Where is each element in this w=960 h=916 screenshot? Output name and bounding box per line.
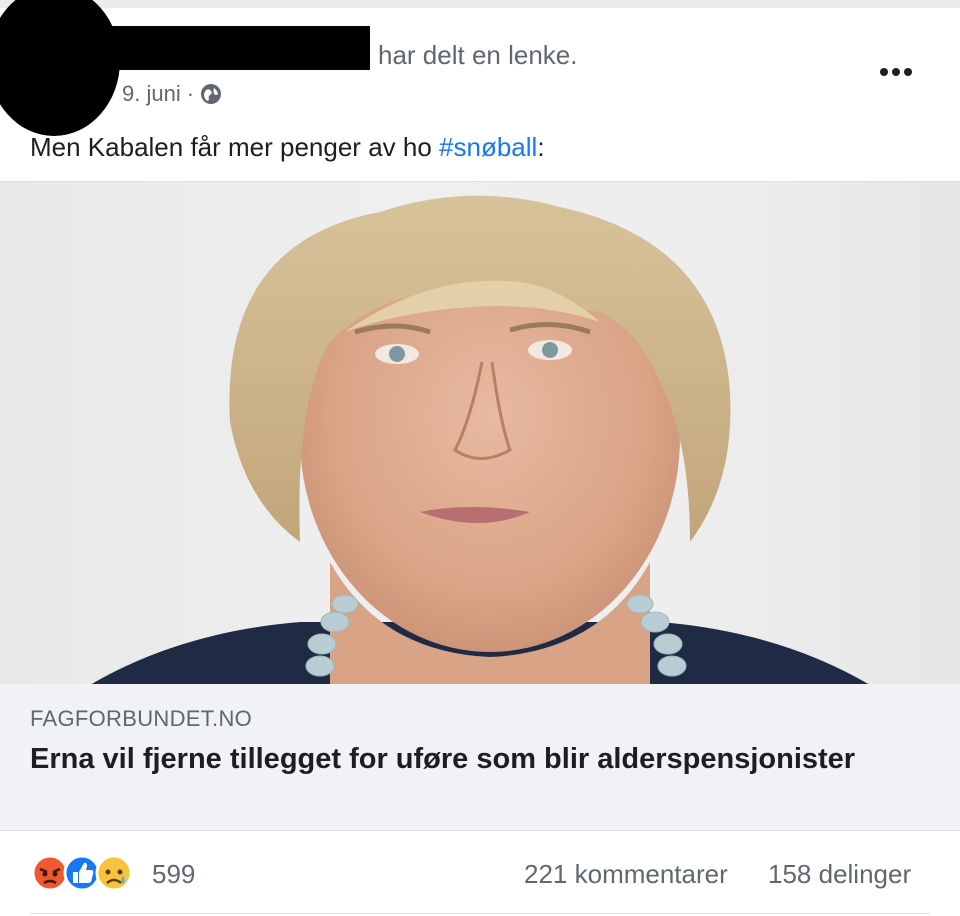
meta-separator: ·: [186, 81, 195, 106]
comments-count[interactable]: 221 kommentarer: [524, 859, 728, 890]
feed-background: [0, 0, 960, 8]
link-headline[interactable]: Erna vil fjerne tillegget for uføre som …: [30, 740, 930, 778]
link-preview-image[interactable]: i: [0, 181, 960, 685]
more-options-icon[interactable]: [876, 64, 916, 80]
sad-icon: [95, 854, 133, 892]
post-date[interactable]: 9. juni: [122, 81, 181, 107]
post-message-text: Men Kabalen får mer penger av ho: [30, 132, 440, 162]
portrait-photo: [90, 195, 870, 685]
post-message-suffix: :: [537, 132, 545, 162]
angry-icon: [31, 854, 69, 892]
divider: [30, 913, 930, 914]
reactions-bar: 599 221 kommentarer 158 delinger: [0, 831, 960, 916]
shares-count[interactable]: 158 delinger: [768, 859, 911, 890]
link-domain: FAGFORBUNDET.NO: [30, 706, 253, 731]
link-preview[interactable]: FAGFORBUNDET.NO Erna vil fjerne tillegge…: [0, 684, 960, 831]
hashtag-link[interactable]: #snøball: [439, 132, 537, 162]
reaction-icons[interactable]: [30, 853, 140, 893]
reaction-count[interactable]: 599: [152, 859, 195, 890]
avatar-redacted[interactable]: [0, 0, 120, 136]
globe-icon: [201, 84, 222, 104]
shared-link-text: har delt en lenke.: [378, 40, 578, 70]
post-message: Men Kabalen får mer penger av ho #snøbal…: [30, 132, 545, 163]
author-name-redacted[interactable]: [110, 26, 370, 70]
post-meta: 9. juni ·: [122, 81, 222, 107]
like-icon: [63, 854, 101, 892]
